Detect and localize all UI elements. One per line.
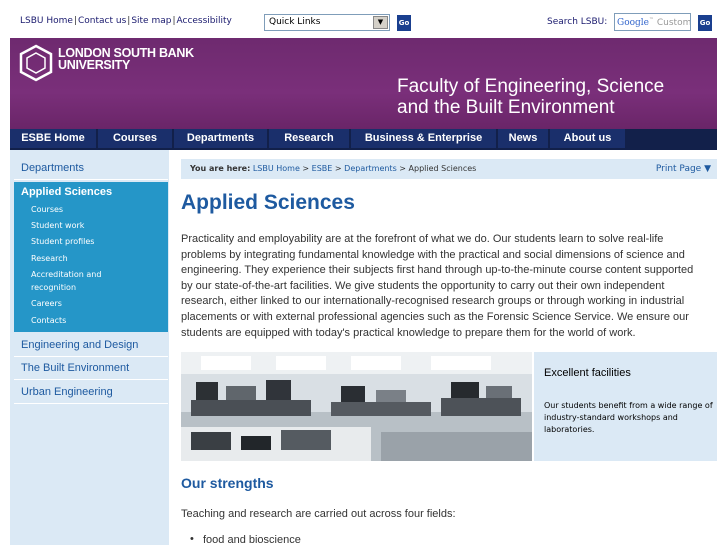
search-go-button[interactable]: Go	[698, 15, 712, 31]
sidebar-item-engineering-design[interactable]: Engineering and Design	[14, 339, 168, 351]
sidebar-sub-student-work[interactable]: Student work	[31, 219, 161, 232]
dropdown-arrow-icon[interactable]: ▼	[373, 16, 388, 29]
separator: |	[73, 16, 77, 26]
callout-title: Excellent facilities	[544, 367, 631, 379]
sidebar-item-urban-engineering[interactable]: Urban Engineering	[14, 386, 168, 398]
breadcrumb-current: Applied Sciences	[408, 164, 477, 173]
breadcrumb-departments[interactable]: Departments	[344, 164, 397, 173]
nav-about-us[interactable]: About us	[550, 129, 625, 148]
breadcrumb-separator: >	[396, 164, 409, 173]
google-brand-text: Google	[617, 18, 649, 28]
faculty-title-line1: Faculty of Engineering, Science	[397, 76, 665, 97]
strengths-intro: Teaching and research are carried out ac…	[181, 508, 456, 520]
sidebar-sub-accreditation[interactable]: Accreditation and recognition	[31, 268, 161, 294]
sidebar-item-departments[interactable]: Departments	[14, 162, 168, 174]
lsbu-home-link[interactable]: LSBU Home	[20, 16, 73, 26]
strengths-heading: Our strengths	[181, 475, 274, 491]
search-label: Search LSBU:	[547, 17, 608, 27]
university-name-line2: UNIVERSITY	[58, 58, 131, 72]
lsbu-logo-icon[interactable]	[18, 44, 54, 82]
sidebar-sub-accreditation-line1: Accreditation and	[31, 270, 102, 279]
accessibility-link[interactable]: Accessibility	[177, 16, 232, 26]
laboratory-image-icon	[181, 352, 532, 461]
sidebar-sub-research[interactable]: Research	[31, 252, 161, 265]
sidebar-sub-courses[interactable]: Courses	[31, 203, 161, 216]
contact-us-link[interactable]: Contact us	[78, 16, 126, 26]
list-item: food and bioscience	[190, 533, 301, 545]
search-placeholder: Custom	[656, 18, 691, 28]
quick-links-go-button[interactable]: Go	[397, 15, 411, 31]
nav-esbe-home[interactable]: ESBE Home	[10, 129, 96, 148]
divider	[14, 403, 168, 404]
sidebar-sub-contacts[interactable]: Contacts	[31, 314, 161, 327]
quick-links-value: Quick Links	[269, 17, 321, 27]
search-input[interactable]: Google™ Custom	[614, 13, 691, 31]
facilities-callout: Excellent facilities Our students benefi…	[534, 352, 717, 461]
nav-business-enterprise[interactable]: Business & Enterprise	[351, 129, 496, 148]
quick-links-select[interactable]: Quick Links ▼	[264, 14, 390, 31]
breadcrumb-lsbu-home[interactable]: LSBU Home	[253, 164, 300, 173]
page-title: Applied Sciences	[181, 191, 355, 214]
faculty-title: Faculty of Engineering, Science and the …	[397, 76, 664, 118]
lab-photo	[181, 352, 532, 461]
breadcrumb-esbe[interactable]: ESBE	[312, 164, 333, 173]
breadcrumb: You are here: LSBU Home > ESBE > Departm…	[181, 159, 717, 179]
print-page-button[interactable]: Print Page ▼	[656, 159, 711, 179]
breadcrumb-label: You are here:	[190, 164, 251, 173]
breadcrumb-separator: >	[332, 164, 345, 173]
sidebar-sub-careers[interactable]: Careers	[31, 297, 161, 310]
sidebar-section-applied-sciences: Applied Sciences Courses Student work St…	[14, 182, 168, 332]
sidebar: Departments Applied Sciences Courses Stu…	[10, 150, 169, 545]
divider	[14, 179, 168, 180]
sidebar-item-applied-sciences[interactable]: Applied Sciences	[21, 186, 112, 198]
nav-news[interactable]: News	[498, 129, 548, 148]
site-map-link[interactable]: Site map	[131, 16, 171, 26]
utility-bar: LSBU Home|Contact us|Site map|Accessibil…	[0, 0, 727, 38]
header-banner: LONDON SOUTH BANK UNIVERSITY Faculty of …	[10, 38, 717, 129]
university-name[interactable]: LONDON SOUTH BANK UNIVERSITY	[58, 47, 194, 72]
breadcrumb-separator: >	[299, 164, 312, 173]
sidebar-sub-student-profiles[interactable]: Student profiles	[31, 235, 161, 248]
nav-courses[interactable]: Courses	[98, 129, 172, 148]
nav-departments[interactable]: Departments	[174, 129, 267, 148]
callout-body: Our students benefit from a wide range o…	[544, 401, 713, 434]
nav-research[interactable]: Research	[269, 129, 349, 148]
sidebar-item-built-environment[interactable]: The Built Environment	[14, 362, 168, 374]
separator: |	[172, 16, 176, 26]
separator: |	[127, 16, 131, 26]
sidebar-sub-accreditation-line2: recognition	[31, 283, 77, 292]
divider	[14, 356, 168, 357]
intro-paragraph: Practicality and employability are at th…	[181, 233, 694, 339]
utility-links: LSBU Home|Contact us|Site map|Accessibil…	[20, 16, 232, 26]
faculty-title-line2: and the Built Environment	[397, 97, 615, 118]
divider	[14, 379, 168, 380]
main-nav: ESBE Home Courses Departments Research B…	[10, 129, 717, 150]
